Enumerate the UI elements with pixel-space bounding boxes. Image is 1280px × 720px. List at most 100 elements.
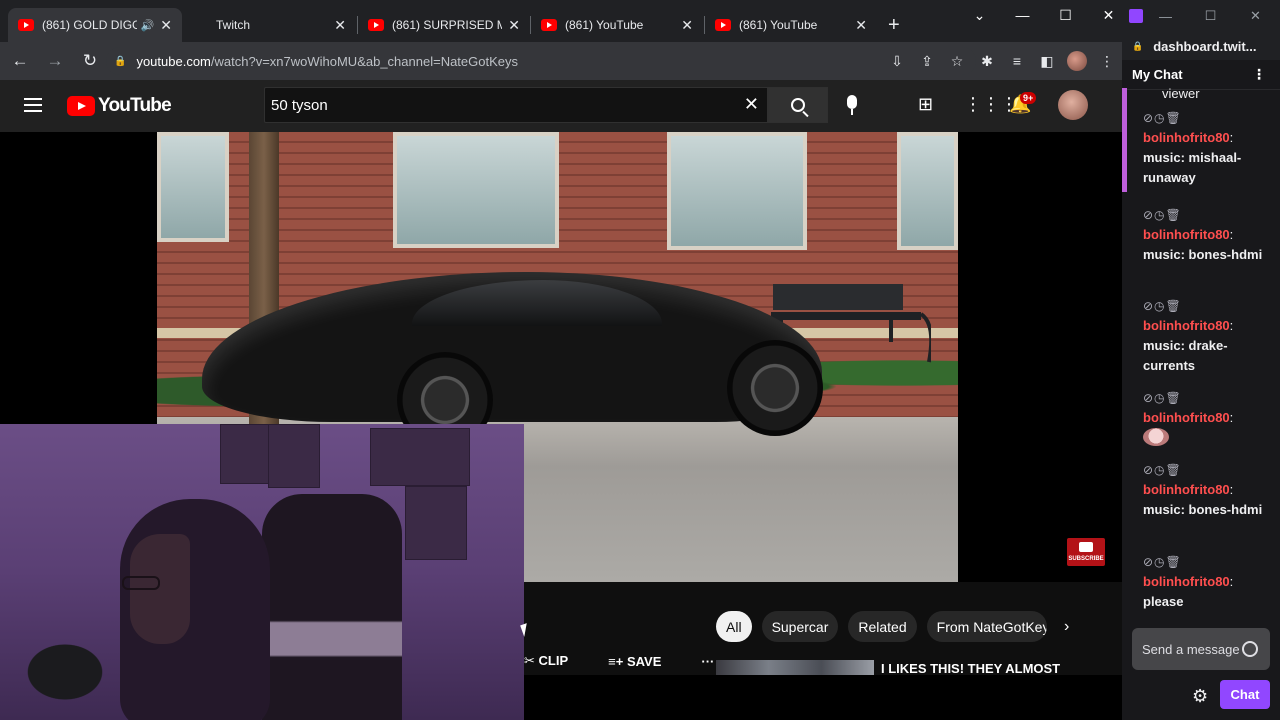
wall-poster [220,424,270,484]
maximize-icon[interactable]: ☐ [1044,7,1087,24]
tab-close-icon[interactable]: ✕ [334,17,346,34]
tab-close-icon[interactable]: ✕ [681,17,693,34]
emote-picker-icon[interactable] [1242,641,1258,657]
mod-actions-icon[interactable]: ⊘◷🗑 [1143,552,1263,572]
browser-tab[interactable]: (861) SURPRISED MY F ✕ [358,8,530,42]
menu-icon[interactable] [24,98,42,112]
chat-text: music: bones-hdmi [1143,502,1263,517]
back-icon[interactable]: ← [5,51,35,71]
account-avatar[interactable] [1058,90,1088,120]
tab-close-icon[interactable]: ✕ [855,17,867,34]
window-close-icon[interactable]: ✕ [1233,8,1278,24]
chat-message[interactable]: ⊘◷🗑 bolinhofrito80: music: bones-hdmi [1143,460,1263,520]
chip-related[interactable]: Related [848,611,917,642]
chat-username[interactable]: bolinhofrito80 [1143,410,1230,425]
related-chips: All Supercar Related From NateGotKey [716,611,1047,642]
glasses [122,576,160,590]
youtube-logo[interactable]: YouTube [67,95,172,117]
bookmark-star-icon[interactable]: ☆ [942,53,972,70]
wall-poster [405,486,467,560]
gaming-chair [262,494,402,720]
profile-avatar[interactable] [1067,51,1087,71]
chat-username[interactable]: bolinhofrito80 [1143,574,1230,589]
twitch-address[interactable]: 🔒 dashboard.twit... [1122,32,1280,60]
lock-icon: 🔒 [1132,40,1144,51]
subscribe-watermark[interactable]: SUBSCRIBE [1067,538,1105,566]
search-button[interactable] [768,87,828,123]
more-actions-button[interactable]: ··· [701,654,714,669]
new-tab-button[interactable]: + [888,14,900,37]
chat-settings-gear-icon[interactable]: ⚙ [1192,686,1208,707]
related-video-thumbnail[interactable] [716,660,874,675]
chat-title: My Chat [1132,67,1183,82]
twitch-logo-icon [1129,9,1143,23]
tab-close-icon[interactable]: ✕ [508,17,520,34]
chat-message[interactable]: ⊘◷🗑 bolinhofrito80: [1143,388,1263,452]
browser-toolbar: ← → ↻ 🔒 youtube.com /watch?v=xn7woWihoMU… [0,42,1122,80]
tab-search-icon[interactable]: ⌄ [958,7,1001,24]
browser-tab[interactable]: Twitch ✕ [184,8,356,42]
chat-message[interactable]: ⊘◷🗑 bolinhofrito80: music: mishaal-runaw… [1143,108,1263,188]
side-panel-icon[interactable]: ◧ [1032,53,1062,70]
share-icon[interactable]: ⇪ [912,53,942,70]
tab-close-icon[interactable]: ✕ [160,17,172,34]
mod-actions-icon[interactable]: ⊘◷🗑 [1143,108,1263,128]
tab-title: (861) SURPRISED MY F [392,18,503,32]
mod-actions-icon[interactable]: ⊘◷🗑 [1143,460,1263,480]
window-controls: ⌄ — ☐ ✕ [958,0,1130,30]
extensions-icon[interactable]: ✱ [972,53,1002,70]
chip-supercar[interactable]: Supercar [761,611,839,642]
chat-username[interactable]: bolinhofrito80 [1143,227,1230,242]
browser-tab[interactable]: (861) YouTube ✕ [705,8,877,42]
chat-message[interactable]: ⊘◷🗑 bolinhofrito80: music: bones-hdmi [1143,205,1263,265]
address-bar[interactable]: 🔒 youtube.com /watch?v=xn7woWihoMU&ab_ch… [106,47,976,75]
reload-icon[interactable]: ↻ [75,51,105,71]
microphone-icon[interactable] [847,95,857,115]
chat-username[interactable]: bolinhofrito80 [1143,130,1230,145]
building-window [897,132,958,250]
chat-text: music: bones-hdmi [1143,247,1263,262]
speaker-icon[interactable]: 🔊 [141,19,155,32]
browser-tab[interactable]: (861) YouTube ✕ [531,8,703,42]
install-icon[interactable]: ⇩ [882,53,912,70]
browser-menu-icon[interactable]: ⋮ [1092,53,1122,70]
chat-send-button[interactable]: Chat [1220,680,1270,709]
mod-actions-icon[interactable]: ⊘◷🗑 [1143,296,1263,316]
emote-icon [1143,428,1169,446]
chat-message-tail: viewer [1162,86,1200,101]
related-video-title[interactable]: I LIKES THIS! THEY ALMOST [881,661,1060,676]
lock-icon: 🔒 [114,55,127,67]
chip-all[interactable]: All [716,611,752,642]
chat-header: My Chat ⋮ [1122,60,1280,90]
browser-tab-strip: (861) GOLD DIGGE 🔊 ✕ Twitch ✕ (861) SURP… [0,0,1122,42]
clear-search-icon[interactable]: ✕ [744,94,759,115]
chat-text: music: mishaal-runaway [1143,150,1242,185]
chat-message[interactable]: ⊘◷🗑 bolinhofrito80: please [1143,552,1263,612]
youtube-favicon-icon [715,19,731,31]
youtube-wordmark: YouTube [98,95,172,116]
media-control-icon[interactable]: ≡ [1002,53,1032,69]
create-video-icon[interactable]: ⊞ [918,94,933,115]
clip-button[interactable]: ✂ CLIP [524,653,588,669]
building-window [393,132,559,248]
more-options-icon[interactable]: ⋮ [1252,66,1266,83]
chat-input[interactable]: Send a message [1132,628,1270,670]
chat-message[interactable]: ⊘◷🗑 bolinhofrito80: music: drake-current… [1143,296,1263,376]
browser-tab[interactable]: (861) GOLD DIGGE 🔊 ✕ [8,8,182,42]
twitch-chat-window: — ☐ ✕ 🔒 dashboard.twit... My Chat ⋮ view… [1122,0,1280,720]
maximize-icon[interactable]: ☐ [1188,8,1233,24]
chat-username[interactable]: bolinhofrito80 [1143,318,1230,333]
chat-text: please [1143,594,1184,609]
highlighted-message-bar [1122,88,1127,192]
chip-from-channel[interactable]: From NateGotKey [926,611,1047,642]
minimize-icon[interactable]: — [1001,7,1044,23]
save-button[interactable]: ≡+ SAVE [608,654,681,669]
tab-title: (861) GOLD DIGGE [42,18,137,32]
mod-actions-icon[interactable]: ⊘◷🗑 [1143,205,1263,225]
chat-username[interactable]: bolinhofrito80 [1143,482,1230,497]
search-input[interactable]: 50 tyson ✕ [264,87,768,123]
minimize-icon[interactable]: — [1143,9,1188,24]
forward-icon[interactable]: → [40,51,70,71]
chevron-right-icon[interactable]: › [1064,618,1069,636]
mod-actions-icon[interactable]: ⊘◷🗑 [1143,388,1263,408]
